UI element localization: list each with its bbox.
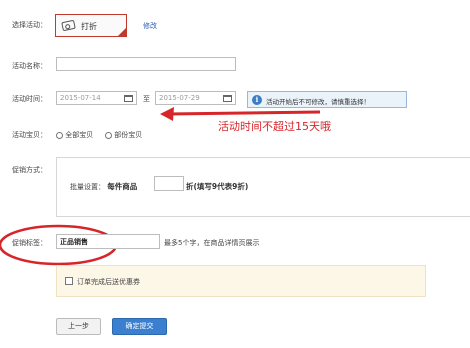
- annotation-text: 活动时间不超过15天哦: [218, 120, 331, 133]
- promo-tag-input[interactable]: 正品销售: [56, 234, 160, 249]
- selected-corner-mark: [118, 28, 126, 36]
- activity-type-selector[interactable]: 打折: [55, 14, 127, 37]
- tag-icon: [61, 19, 76, 32]
- info-icon: i: [252, 95, 262, 105]
- calendar-icon[interactable]: [124, 95, 133, 102]
- radio-partial-items[interactable]: 部份宝贝: [105, 130, 142, 140]
- time-notice: i 活动开始后不可修改，请慎重选择！: [247, 91, 407, 108]
- activity-name-input[interactable]: [56, 57, 236, 71]
- calendar-icon[interactable]: [223, 95, 232, 102]
- start-date-value: 2015-07-14: [60, 94, 101, 102]
- discount-suffix-text: 折(填写9代表9折): [186, 182, 249, 191]
- date-separator: 至: [143, 95, 150, 103]
- radio-circle[interactable]: [105, 131, 112, 139]
- red-arrow-head: [160, 107, 174, 121]
- per-item-label: 每件商品: [107, 182, 138, 191]
- coupon-checkbox[interactable]: [65, 277, 73, 285]
- red-arrow-line: [167, 110, 321, 116]
- promo-tag-hint: 最多5个字，在商品详情页展示: [164, 239, 260, 247]
- activity-type-value: 打折: [81, 22, 97, 31]
- discount-input[interactable]: [154, 176, 184, 191]
- end-date-value: 2015-07-29: [159, 94, 200, 102]
- activity-type-label: 选择活动：: [12, 21, 47, 29]
- activity-name-label: 活动名称：: [12, 62, 47, 70]
- promo-tag-label: 促销标签：: [12, 239, 47, 247]
- modify-link[interactable]: 修改: [143, 21, 157, 31]
- discount-suffix: 折(填写9代表9折): [186, 181, 248, 192]
- coupon-label: 订单完成后送优惠券: [77, 278, 140, 286]
- radio-all-label: 全部宝贝: [65, 131, 94, 139]
- end-date-input[interactable]: 2015-07-29: [155, 91, 236, 105]
- radio-all-items[interactable]: 全部宝贝: [56, 130, 93, 140]
- time-notice-text: 活动开始后不可修改，请慎重选择！: [266, 98, 370, 106]
- radio-circle[interactable]: [56, 131, 63, 139]
- start-date-input[interactable]: 2015-07-14: [56, 91, 137, 105]
- radio-partial-label: 部份宝贝: [114, 131, 143, 139]
- activity-time-label: 活动时间：: [12, 95, 47, 103]
- batch-setting-row: 批量设置： 每件商品: [70, 181, 137, 192]
- promotion-label: 促销方式：: [12, 166, 47, 174]
- prev-step-button[interactable]: 上一步: [56, 318, 101, 335]
- coupon-panel: 订单完成后送优惠券: [56, 265, 426, 297]
- submit-button[interactable]: 确定提交: [112, 318, 167, 335]
- batch-label: 批量设置：: [70, 183, 105, 191]
- activity-items-label: 活动宝贝：: [12, 131, 47, 139]
